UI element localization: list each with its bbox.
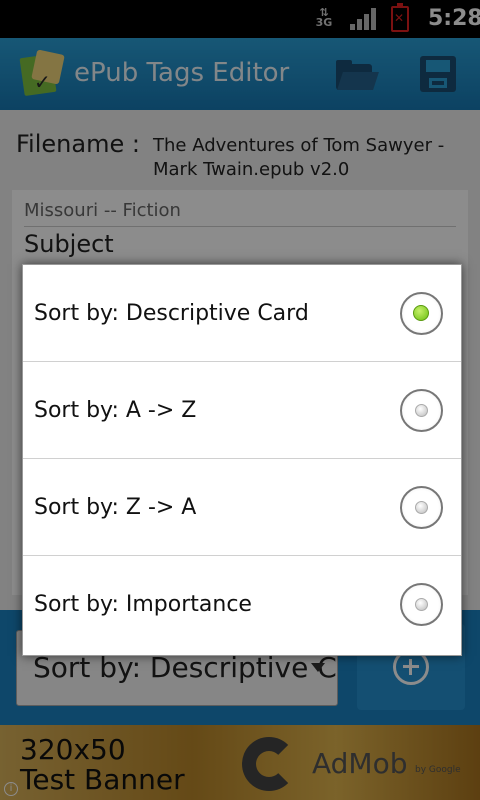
sort-option-z-a[interactable]: Sort by: Z -> A	[23, 459, 461, 556]
sort-option-importance[interactable]: Sort by: Importance	[23, 556, 461, 653]
sort-option-label: Sort by: Descriptive Card	[34, 301, 309, 326]
radio-button-checked[interactable]	[400, 292, 443, 335]
radio-button[interactable]	[400, 389, 443, 432]
sort-option-label: Sort by: Z -> A	[34, 495, 197, 520]
sort-option-label: Sort by: Importance	[34, 592, 252, 617]
sort-option-label: Sort by: A -> Z	[34, 398, 197, 423]
sort-option-descriptive-card[interactable]: Sort by: Descriptive Card	[23, 265, 461, 362]
radio-button[interactable]	[400, 486, 443, 529]
radio-button[interactable]	[400, 583, 443, 626]
sort-option-a-z[interactable]: Sort by: A -> Z	[23, 362, 461, 459]
sort-dialog: Sort by: Descriptive Card Sort by: A -> …	[22, 264, 462, 656]
